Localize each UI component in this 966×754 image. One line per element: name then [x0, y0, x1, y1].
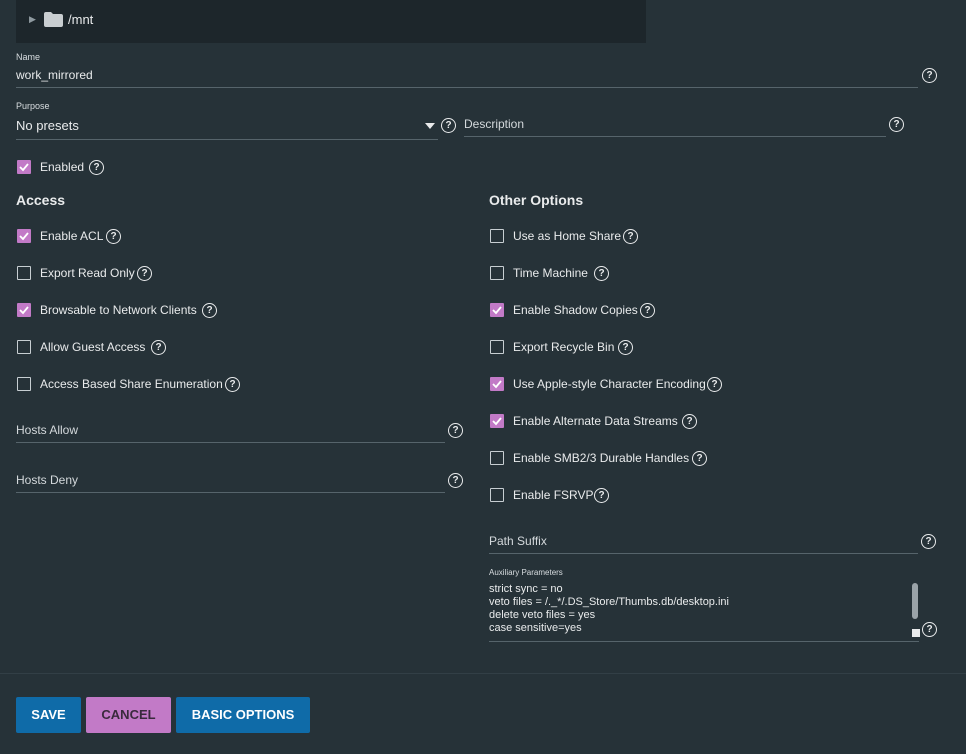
- browsable-help-icon[interactable]: ?: [202, 303, 217, 318]
- save-button[interactable]: SAVE: [16, 697, 81, 733]
- auxiliary-parameters-label: Auxiliary Parameters: [489, 568, 563, 577]
- name-value[interactable]: work_mirrored: [16, 68, 93, 82]
- purpose-help-icon[interactable]: ?: [441, 118, 456, 133]
- auxiliary-parameters-help-icon[interactable]: ?: [922, 622, 937, 637]
- name-field[interactable]: Name work_mirrored: [16, 52, 918, 88]
- folder-icon: [44, 12, 63, 27]
- enable-acl-help-icon[interactable]: ?: [106, 229, 121, 244]
- home-share-checkbox[interactable]: [490, 229, 504, 243]
- abse-checkbox[interactable]: [17, 377, 31, 391]
- browsable-label: Browsable to Network Clients: [40, 303, 197, 317]
- home-share-help-icon[interactable]: ?: [623, 229, 638, 244]
- time-machine-label: Time Machine: [513, 266, 588, 280]
- textarea-scrollbar[interactable]: [912, 583, 918, 619]
- allow-guest-access-label: Allow Guest Access: [40, 340, 146, 354]
- name-help-icon[interactable]: ?: [922, 68, 937, 83]
- export-read-only-label: Export Read Only: [40, 266, 135, 280]
- apple-encoding-checkbox[interactable]: [490, 377, 504, 391]
- aux-line: veto files = /._*/.DS_Store/Thumbs.db/de…: [489, 596, 729, 608]
- recycle-bin-help-icon[interactable]: ?: [618, 340, 633, 355]
- hosts-deny-placeholder[interactable]: Hosts Deny: [16, 473, 78, 487]
- enabled-help-icon[interactable]: ?: [89, 160, 104, 175]
- enable-acl-checkbox[interactable]: [17, 229, 31, 243]
- recycle-bin-label: Export Recycle Bin: [513, 340, 615, 354]
- path-suffix-field[interactable]: Path Suffix: [489, 529, 918, 554]
- resize-grip-icon[interactable]: [912, 629, 920, 637]
- fsrvp-help-icon[interactable]: ?: [594, 488, 609, 503]
- auxiliary-parameters-textarea[interactable]: Auxiliary Parameters strict sync = no ve…: [489, 567, 920, 642]
- description-placeholder[interactable]: Description: [464, 117, 524, 131]
- export-read-only-help-icon[interactable]: ?: [137, 266, 152, 281]
- name-label: Name: [16, 52, 41, 62]
- access-section-title: Access: [16, 192, 66, 208]
- alternate-streams-help-icon[interactable]: ?: [682, 414, 697, 429]
- time-machine-checkbox[interactable]: [490, 266, 504, 280]
- abse-help-icon[interactable]: ?: [225, 377, 240, 392]
- other-options-section-title: Other Options: [489, 192, 584, 208]
- cancel-button[interactable]: CANCEL: [86, 697, 171, 733]
- aux-line: strict sync = no: [489, 583, 563, 595]
- durable-handles-checkbox[interactable]: [490, 451, 504, 465]
- aux-line: delete veto files = yes: [489, 609, 596, 621]
- home-share-label: Use as Home Share: [513, 229, 622, 243]
- alternate-streams-label: Enable Alternate Data Streams: [513, 414, 678, 428]
- directory-tree: ▶ /mnt: [16, 0, 646, 43]
- shadow-copies-help-icon[interactable]: ?: [640, 303, 655, 318]
- shadow-copies-checkbox[interactable]: [490, 303, 504, 317]
- expand-arrow-icon[interactable]: ▶: [29, 14, 36, 25]
- basic-options-button[interactable]: BASIC OPTIONS: [176, 697, 310, 733]
- abse-label: Access Based Share Enumeration: [40, 377, 223, 391]
- hosts-allow-field[interactable]: Hosts Allow: [16, 418, 445, 443]
- enable-acl-label: Enable ACL: [40, 229, 104, 243]
- purpose-select[interactable]: Purpose No presets: [16, 101, 438, 140]
- footer-divider: [0, 673, 966, 674]
- path-suffix-placeholder[interactable]: Path Suffix: [489, 534, 547, 548]
- fsrvp-label: Enable FSRVP: [513, 488, 594, 502]
- dropdown-arrow-icon[interactable]: [425, 123, 435, 129]
- export-read-only-checkbox[interactable]: [17, 266, 31, 280]
- durable-handles-label: Enable SMB2/3 Durable Handles: [513, 451, 690, 465]
- browsable-checkbox[interactable]: [17, 303, 31, 317]
- tree-path-label[interactable]: /mnt: [68, 12, 93, 27]
- time-machine-help-icon[interactable]: ?: [594, 266, 609, 281]
- recycle-bin-checkbox[interactable]: [490, 340, 504, 354]
- aux-line: case sensitive=yes: [489, 622, 582, 634]
- description-help-icon[interactable]: ?: [889, 117, 904, 132]
- shadow-copies-label: Enable Shadow Copies: [513, 303, 638, 317]
- purpose-value[interactable]: No presets: [16, 118, 79, 133]
- enabled-checkbox[interactable]: [17, 160, 31, 174]
- hosts-allow-placeholder[interactable]: Hosts Allow: [16, 423, 78, 437]
- durable-handles-help-icon[interactable]: ?: [692, 451, 707, 466]
- apple-encoding-label: Use Apple-style Character Encoding: [513, 377, 706, 391]
- allow-guest-access-help-icon[interactable]: ?: [151, 340, 166, 355]
- hosts-deny-help-icon[interactable]: ?: [448, 473, 463, 488]
- fsrvp-checkbox[interactable]: [490, 488, 504, 502]
- allow-guest-access-checkbox[interactable]: [17, 340, 31, 354]
- path-suffix-help-icon[interactable]: ?: [921, 534, 936, 549]
- hosts-deny-field[interactable]: Hosts Deny: [16, 468, 445, 493]
- apple-encoding-help-icon[interactable]: ?: [707, 377, 722, 392]
- enabled-label: Enabled: [40, 160, 85, 174]
- purpose-label: Purpose: [16, 101, 50, 111]
- hosts-allow-help-icon[interactable]: ?: [448, 423, 463, 438]
- description-field[interactable]: Description: [464, 112, 886, 137]
- alternate-streams-checkbox[interactable]: [490, 414, 504, 428]
